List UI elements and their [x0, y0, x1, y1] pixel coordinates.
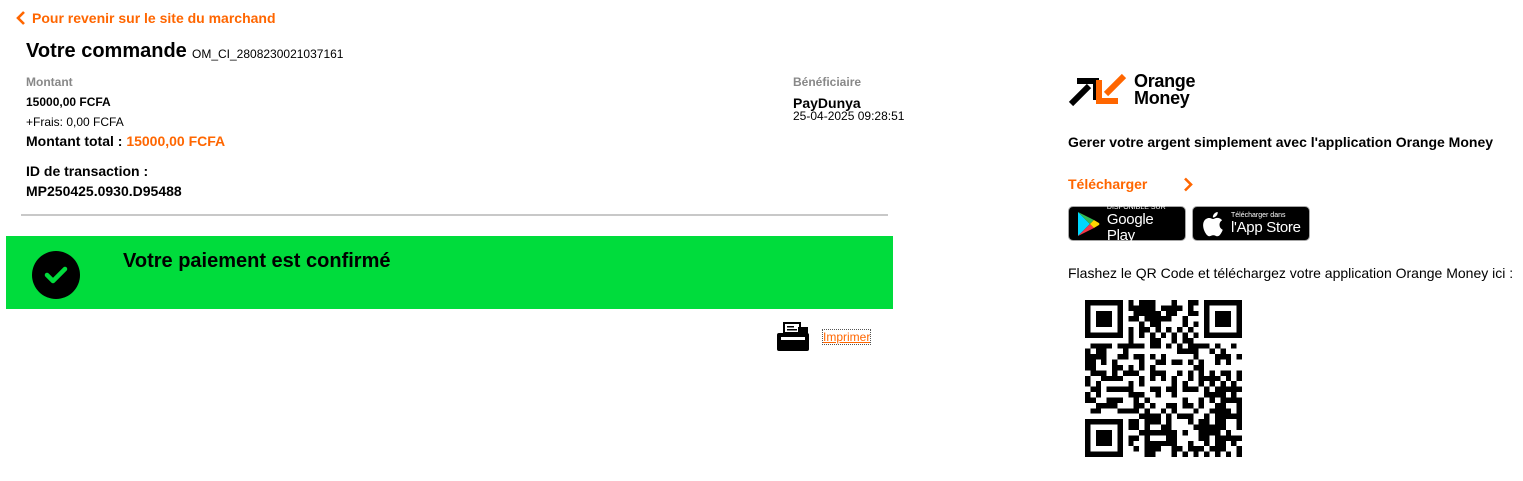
brand-line-2: Money — [1134, 88, 1190, 108]
printer-icon[interactable] — [776, 322, 810, 352]
chevron-left-icon — [16, 11, 25, 25]
google-play-badge[interactable]: DISPONIBLE SUR Google Play — [1068, 204, 1186, 244]
apple-icon — [1203, 211, 1223, 236]
google-play-icon — [1077, 211, 1100, 236]
confirmation-message: Votre paiement est confirmé — [123, 250, 391, 272]
print-button[interactable]: Imprimer — [821, 329, 872, 345]
back-to-merchant-link[interactable]: Pour revenir sur le site du marchand — [16, 10, 276, 26]
amount-label: Montant — [26, 75, 73, 89]
orange-money-logo: Orange Money — [1068, 72, 1196, 108]
qr-caption: Flashez le QR Code et téléchargez votre … — [1068, 265, 1514, 281]
divider — [21, 214, 888, 216]
total-label: Montant total : — [26, 133, 123, 149]
qr-finder-pattern — [1085, 419, 1123, 457]
transaction-id-label: ID de transaction : — [26, 163, 149, 179]
app-store-big-text: l'App Store — [1231, 218, 1301, 236]
total-amount: Montant total : 15000,00 FCFA — [26, 133, 225, 149]
orange-money-arrows-icon — [1068, 73, 1127, 107]
download-link[interactable]: Télécharger — [1068, 176, 1147, 192]
transaction-datetime: 25-04-2025 09:28:51 — [793, 109, 905, 123]
order-id: OM_CI_2808230021037161 — [192, 47, 344, 61]
qr-finder-pattern — [1085, 300, 1123, 338]
google-play-big-text: Google Play — [1106, 210, 1154, 244]
promo-tagline: Gerer votre argent simplement avec l'app… — [1068, 134, 1494, 150]
back-link-label: Pour revenir sur le site du marchand — [32, 10, 276, 26]
qr-code — [1085, 300, 1242, 457]
beneficiary-label: Bénéficiaire — [793, 75, 862, 89]
fees-value: +Frais: 0,00 FCFA — [26, 115, 124, 129]
check-circle-icon — [32, 251, 80, 299]
amount-value: 15000,00 FCFA — [26, 95, 111, 109]
chevron-right-icon[interactable] — [1183, 177, 1193, 192]
app-store-badge[interactable]: Télécharger dans l'App Store — [1192, 206, 1310, 241]
total-value: 15000,00 FCFA — [126, 133, 226, 149]
qr-finder-pattern — [1204, 300, 1242, 338]
transaction-id-value: MP250425.0930.D95488 — [26, 183, 182, 199]
order-title: Votre commande — [26, 40, 187, 62]
